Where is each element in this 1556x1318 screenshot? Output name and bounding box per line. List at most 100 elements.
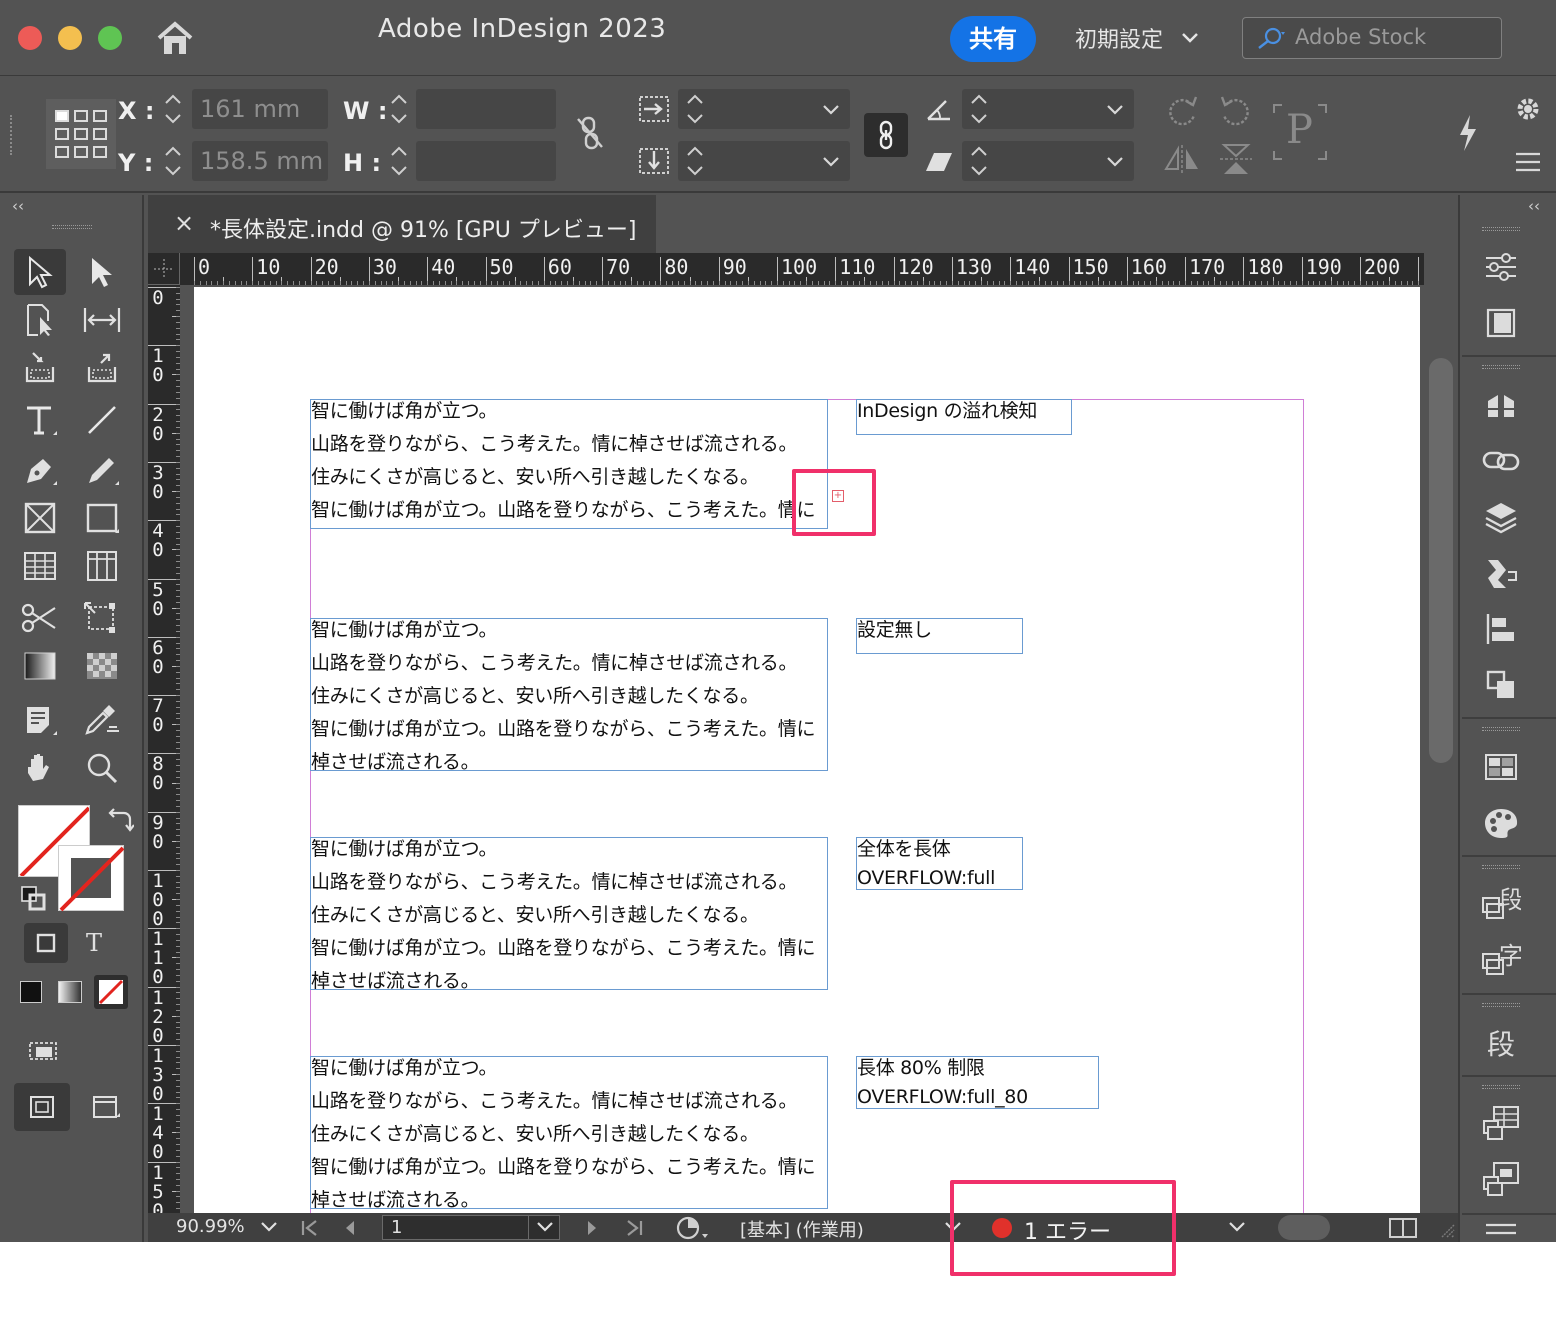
- content-placer-tool[interactable]: [76, 345, 128, 391]
- label-frame-4[interactable]: 長体 80% 制限 OVERFLOW:full_80: [856, 1056, 1099, 1109]
- scale-x-icon[interactable]: [638, 93, 670, 125]
- constrain-proportions-icon[interactable]: [574, 115, 606, 151]
- preflight-profile-icon[interactable]: [676, 1216, 710, 1240]
- page-tool[interactable]: [14, 297, 66, 343]
- grid-tool[interactable]: [76, 543, 128, 589]
- panel-grip[interactable]: [1482, 727, 1520, 731]
- cc-libraries-panel-button[interactable]: [1480, 385, 1522, 425]
- properties-panel-button[interactable]: [1480, 247, 1522, 287]
- height-field[interactable]: [416, 141, 556, 181]
- reference-point-icon[interactable]: [46, 99, 116, 169]
- chevron-down-icon[interactable]: [260, 1221, 278, 1233]
- scale-y-stepper[interactable]: [684, 141, 706, 181]
- chevron-down-icon[interactable]: [822, 104, 840, 116]
- preflight-toggle[interactable]: [1278, 1215, 1330, 1240]
- text-frame-2[interactable]: 智に働けば角が立つ。 山路を登りながら、こう考えた。情に棹させば流される。 住み…: [310, 618, 828, 773]
- x-stepper[interactable]: [162, 89, 184, 129]
- resize-grip-icon[interactable]: [1438, 1221, 1456, 1239]
- pen-tool[interactable]: [14, 447, 66, 493]
- document-canvas[interactable]: 智に働けば角が立つ。 山路を登りながら、こう考えた。情に棹させば流される。 住み…: [180, 285, 1424, 1213]
- chevron-down-icon[interactable]: [1106, 156, 1124, 168]
- apply-color-button[interactable]: [20, 981, 42, 1003]
- more-panels-button[interactable]: [1480, 1219, 1522, 1241]
- normal-screen-mode-button[interactable]: [14, 1083, 70, 1131]
- collapse-toolbar-icon[interactable]: ‹‹: [12, 197, 24, 215]
- next-page-icon[interactable]: [584, 1219, 600, 1237]
- gear-icon[interactable]: [1514, 95, 1542, 123]
- layers-panel-button[interactable]: [1480, 497, 1522, 537]
- align-panel-button[interactable]: [1480, 609, 1522, 649]
- close-window-button[interactable]: [18, 26, 42, 50]
- panel-grip[interactable]: [1482, 365, 1520, 369]
- w-stepper[interactable]: [388, 89, 410, 129]
- panel-grip[interactable]: [1482, 865, 1520, 869]
- color-panel-button[interactable]: [1480, 803, 1522, 843]
- scissors-tool[interactable]: [14, 595, 66, 641]
- shear-stepper[interactable]: [968, 141, 990, 181]
- scale-y-icon[interactable]: [638, 145, 670, 177]
- quick-actions-icon[interactable]: [1454, 113, 1482, 153]
- panel-grip[interactable]: [1482, 1003, 1520, 1007]
- table-tool[interactable]: [14, 543, 66, 589]
- ruler-origin[interactable]: [148, 253, 180, 285]
- vertical-scrollbar[interactable]: [1424, 253, 1458, 1213]
- scale-x-stepper[interactable]: [684, 89, 706, 129]
- share-button[interactable]: 共有: [950, 16, 1036, 62]
- text-frame-3[interactable]: 智に働けば角が立つ。 山路を登りながら、こう考えた。情に棹させば流される。 住み…: [310, 837, 828, 992]
- view-mode-icon[interactable]: [28, 1035, 60, 1061]
- page-dropdown[interactable]: [528, 1215, 560, 1240]
- content-collector-tool[interactable]: [14, 345, 66, 391]
- scrollbar-thumb[interactable]: [1429, 358, 1453, 763]
- pages-panel-button[interactable]: [1480, 303, 1522, 343]
- pathfinder-panel-button[interactable]: [1480, 665, 1522, 705]
- rotation-angle-icon[interactable]: [924, 95, 954, 123]
- selection-tool[interactable]: [14, 249, 66, 295]
- maximize-window-button[interactable]: [98, 26, 122, 50]
- p-reference-icon[interactable]: P: [1272, 103, 1328, 161]
- line-tool[interactable]: [76, 397, 128, 443]
- vertical-ruler[interactable]: 0 10 20 30 40 50 60 70 80 90 100110120130140150: [148, 285, 180, 1213]
- rectangle-frame-tool[interactable]: [14, 495, 66, 541]
- adobe-stock-search[interactable]: Adobe Stock: [1242, 17, 1502, 59]
- document-page[interactable]: 智に働けば角が立つ。 山路を登りながら、こう考えた。情に棹させば流される。 住み…: [194, 287, 1420, 1213]
- formatting-text-button[interactable]: T: [72, 923, 116, 963]
- rectangle-tool[interactable]: [76, 495, 128, 541]
- type-tool[interactable]: [14, 397, 66, 443]
- eyedropper-tool[interactable]: [76, 697, 128, 743]
- paragraph-styles-panel-button[interactable]: 段: [1480, 883, 1522, 923]
- gap-tool[interactable]: [76, 297, 128, 343]
- flip-vertical-icon[interactable]: [1216, 141, 1256, 177]
- text-frame-1[interactable]: 智に働けば角が立つ。 山路を登りながら、こう考えた。情に棹させば流される。 住み…: [310, 399, 828, 529]
- swatches-panel-button[interactable]: [1480, 747, 1522, 787]
- presentation-mode-button[interactable]: [78, 1083, 134, 1131]
- chevron-down-icon[interactable]: [822, 156, 840, 168]
- shear-angle-icon[interactable]: [924, 149, 954, 175]
- zoom-tool[interactable]: [76, 745, 128, 791]
- toolbar-grip[interactable]: [52, 225, 92, 229]
- links-panel-button[interactable]: [1480, 441, 1522, 481]
- split-window-icon[interactable]: [1388, 1217, 1418, 1239]
- gradient-feather-tool[interactable]: [76, 643, 128, 689]
- panel-grip[interactable]: [1482, 1085, 1520, 1089]
- apply-none-button[interactable]: [94, 975, 128, 1009]
- zoom-level[interactable]: 90.99%: [176, 1216, 245, 1237]
- first-page-icon[interactable]: [300, 1219, 320, 1237]
- document-tab[interactable]: × *長体設定.indd @ 91% [GPU プレビュー]: [148, 195, 656, 253]
- rotation-stepper[interactable]: [968, 89, 990, 129]
- panel-grip[interactable]: [1482, 227, 1520, 231]
- width-field[interactable]: [416, 89, 556, 129]
- swap-fill-stroke-icon[interactable]: [106, 807, 134, 833]
- label-frame-3[interactable]: 全体を長体 OVERFLOW:full: [856, 837, 1023, 890]
- x-position-field[interactable]: 161 mm: [192, 89, 328, 129]
- hand-tool[interactable]: [14, 745, 66, 791]
- flip-horizontal-icon[interactable]: [1162, 141, 1202, 177]
- pencil-tool[interactable]: [76, 447, 128, 493]
- rotate-clockwise-icon[interactable]: [1162, 91, 1202, 127]
- paragraph-panel-button[interactable]: 段: [1480, 1023, 1522, 1063]
- link-scale-button[interactable]: [864, 113, 908, 157]
- home-icon[interactable]: [155, 20, 195, 56]
- previous-page-icon[interactable]: [342, 1219, 358, 1237]
- stroke-panel-button[interactable]: [1480, 553, 1522, 593]
- label-frame-2[interactable]: 設定無し: [856, 618, 1023, 654]
- formatting-container-button[interactable]: [24, 923, 68, 963]
